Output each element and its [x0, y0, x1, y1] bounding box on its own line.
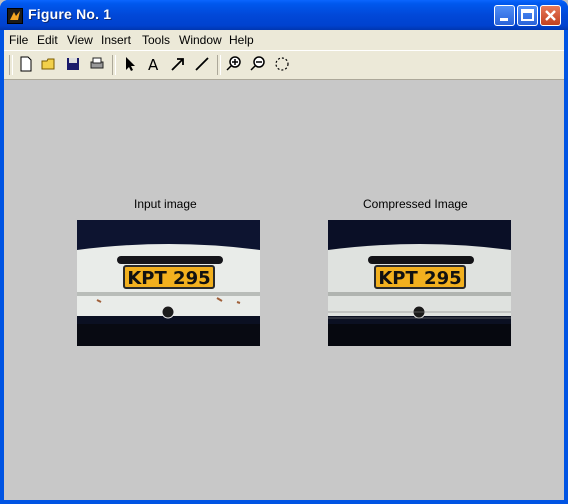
zoom-in-icon[interactable] [224, 54, 244, 74]
plate-text: KPT 295 [127, 268, 211, 289]
toolbar-separator [9, 55, 13, 75]
license-plate: KPT 295 [374, 265, 466, 289]
menu-bar: File Edit View Insert Tools Window Help [4, 30, 564, 50]
menu-file[interactable]: File [9, 33, 28, 47]
new-file-icon[interactable] [16, 54, 36, 74]
menu-help[interactable]: Help [229, 33, 254, 47]
zoom-out-icon[interactable] [248, 54, 268, 74]
minimize-button[interactable] [494, 5, 515, 26]
compressed-image-title: Compressed Image [363, 197, 468, 211]
maximize-button[interactable] [517, 5, 538, 26]
print-icon[interactable] [87, 54, 107, 74]
svg-text:A: A [148, 56, 159, 74]
select-arrow-icon[interactable] [120, 54, 140, 74]
menu-window[interactable]: Window [179, 33, 222, 47]
figure-client-area: File Edit View Insert Tools Window Help … [4, 30, 564, 500]
menu-edit[interactable]: Edit [37, 33, 58, 47]
open-folder-icon[interactable] [39, 54, 59, 74]
compressed-image: KPT 295 [328, 220, 511, 346]
text-icon[interactable]: A [144, 54, 164, 74]
menu-tools[interactable]: Tools [142, 33, 170, 47]
window-title: Figure No. 1 [28, 6, 112, 22]
figure-window: Figure No. 1 File Edit View Insert Tools… [0, 0, 568, 504]
toolbar-separator [112, 55, 116, 75]
title-bar[interactable]: Figure No. 1 [0, 0, 568, 30]
menu-view[interactable]: View [67, 33, 93, 47]
close-button[interactable] [540, 5, 561, 26]
minimize-icon [500, 18, 508, 21]
close-icon [545, 10, 556, 21]
input-image: KPT 295 [77, 220, 260, 346]
rotate-icon[interactable] [272, 54, 292, 74]
matlab-icon [7, 8, 23, 24]
save-icon[interactable] [63, 54, 83, 74]
maximize-icon [521, 9, 534, 21]
plate-text: KPT 295 [378, 268, 462, 289]
toolbar-separator [217, 55, 221, 75]
line-icon[interactable] [192, 54, 212, 74]
arrow-icon[interactable] [168, 54, 188, 74]
input-image-title: Input image [134, 197, 197, 211]
license-plate: KPT 295 [123, 265, 215, 289]
menu-insert[interactable]: Insert [101, 33, 131, 47]
figure-toolbar: A [4, 50, 564, 80]
